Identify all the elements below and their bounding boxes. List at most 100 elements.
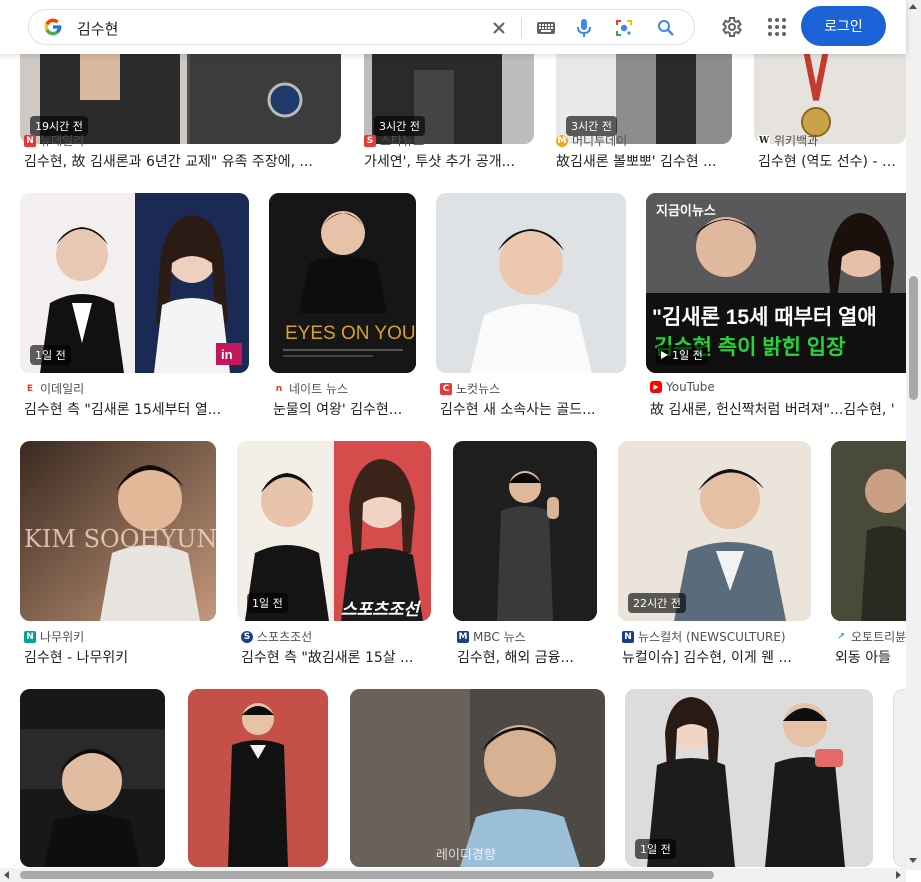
favicon-icon: S — [241, 630, 253, 643]
thumbnail-art: 레이디경향 — [350, 689, 605, 867]
favicon-icon: N — [622, 630, 634, 643]
result-title[interactable]: 김수현 측 "故김새론 15살 ... — [241, 647, 431, 667]
result-title[interactable]: 눈물의 여왕' 김수현... — [273, 399, 416, 419]
image-thumbnail[interactable]: 3시간 전 — [364, 40, 534, 144]
image-card[interactable] — [831, 441, 906, 621]
image-thumbnail[interactable]: 레이디경향 — [350, 689, 605, 867]
source-label[interactable]: ▶ YouTube — [650, 380, 715, 394]
scroll-down-icon[interactable] — [909, 858, 917, 863]
image-card[interactable]: 22시간 전 — [618, 441, 811, 621]
image-thumbnail[interactable] — [453, 441, 597, 621]
image-card[interactable]: EYES ON YOU — [269, 193, 416, 373]
source-label[interactable]: n 네이트 뉴스 — [273, 380, 348, 397]
result-title[interactable]: 김수현, 해외 금융... — [457, 647, 597, 667]
thumbnail-art — [188, 689, 328, 867]
favicon-icon: N — [24, 134, 36, 147]
image-thumbnail[interactable] — [754, 40, 906, 144]
result-title[interactable]: 김수현 (역도 선수) - 위... — [758, 151, 906, 171]
image-card[interactable] — [453, 441, 597, 621]
image-card[interactable] — [188, 689, 328, 867]
result-title[interactable]: 김수현, 故 김새론과 6년간 교제" 유족 주장에, ... — [24, 151, 339, 171]
source-label[interactable]: S 스포츠조선 — [241, 628, 312, 645]
apps-grid-icon[interactable] — [765, 15, 789, 39]
source-name: 스타뉴스 — [380, 134, 425, 148]
svg-text:in: in — [221, 347, 233, 362]
image-thumbnail[interactable]: 19시간 전 — [20, 40, 341, 144]
result-title[interactable]: 외동 아들 — [835, 647, 906, 667]
watermark-text: KIM SOOHYUN — [24, 525, 216, 553]
image-thumbnail[interactable]: EYES ON YOU — [269, 193, 416, 373]
image-card[interactable]: 지금이뉴스 "김새론 15세 때부터 열애 김수현 측이 밝힌 입장 1일 전 — [646, 193, 906, 373]
search-icon[interactable] — [656, 18, 676, 38]
source-name: 위키백과 — [774, 134, 819, 148]
image-card[interactable] — [436, 193, 626, 373]
vertical-scrollbar[interactable] — [906, 0, 921, 870]
image-thumbnail[interactable]: KIM SOOHYUN — [20, 441, 216, 621]
image-card[interactable] — [893, 689, 906, 867]
source-label[interactable]: M MBC 뉴스 — [457, 628, 526, 645]
source-name: 스포츠조선 — [257, 630, 313, 644]
image-card[interactable]: KIM SOOHYUN — [20, 441, 216, 621]
search-input[interactable]: 김수현 — [77, 18, 118, 39]
image-thumbnail[interactable] — [188, 689, 328, 867]
image-card[interactable]: 1일 전 — [625, 689, 873, 867]
horizontal-scrollbar[interactable] — [0, 868, 906, 882]
source-label[interactable]: N 뉴데일리 — [24, 132, 84, 149]
source-label[interactable]: S 스타뉴스 — [364, 132, 424, 149]
settings-gear-icon[interactable] — [719, 15, 743, 39]
time-badge: 1일 전 — [635, 839, 676, 859]
source-label[interactable]: C 노컷뉴스 — [440, 380, 500, 397]
result-title[interactable]: 가세연', 투샷 추가 공개... — [364, 151, 536, 171]
result-title[interactable]: 뉴컬이슈] 김수현, 이게 웬 ... — [622, 647, 811, 667]
source-label[interactable]: N 나무위키 — [24, 628, 84, 645]
image-thumbnail[interactable]: 3시간 전 — [556, 40, 732, 144]
google-logo-icon — [44, 18, 62, 36]
divider — [521, 18, 522, 38]
image-thumbnail[interactable] — [831, 441, 906, 621]
image-thumbnail[interactable]: 1일 전 — [625, 689, 873, 867]
image-thumbnail[interactable]: in 1일 전 — [20, 193, 249, 373]
thumbnail-art — [831, 441, 906, 621]
source-name: 뉴데일리 — [40, 134, 85, 148]
horizontal-scroll-thumb[interactable] — [20, 871, 714, 879]
image-thumbnail[interactable] — [20, 689, 165, 867]
vertical-scroll-thumb[interactable] — [909, 276, 918, 400]
source-name: 이데일리 — [40, 382, 85, 396]
microphone-icon[interactable] — [574, 18, 594, 38]
image-card[interactable]: 스포츠조선 1일 전 — [237, 441, 431, 621]
thumbnail-art — [754, 40, 906, 144]
result-title[interactable]: 김수현 측 "김새론 15세부터 열... — [24, 399, 246, 419]
channel-watermark: 지금이뉴스 — [656, 203, 716, 218]
image-thumbnail[interactable] — [893, 689, 906, 867]
login-button[interactable]: 로그인 — [801, 6, 886, 46]
result-title[interactable]: 故김새론 볼뽀뽀' 김수현 ... — [556, 151, 732, 171]
result-title[interactable]: 김수현 새 소속사는 골드... — [440, 399, 626, 419]
image-thumbnail[interactable]: 스포츠조선 1일 전 — [237, 441, 431, 621]
image-card[interactable] — [20, 689, 165, 867]
time-badge: 1일 전 — [656, 345, 708, 365]
scroll-up-icon[interactable] — [909, 4, 917, 9]
keyboard-icon[interactable] — [536, 18, 556, 38]
favicon-icon: C — [440, 382, 452, 395]
result-title[interactable]: 故 김새론, 헌신짝처럼 버려져"...김수현, ' — [650, 399, 906, 419]
image-card[interactable]: in 1일 전 — [20, 193, 249, 373]
image-thumbnail[interactable]: 지금이뉴스 "김새론 15세 때부터 열애 김수현 측이 밝힌 입장 1일 전 — [646, 193, 906, 373]
thumbnail-art: EYES ON YOU — [269, 193, 416, 373]
clear-icon[interactable] — [489, 18, 509, 38]
source-label[interactable]: W 위키백과 — [758, 132, 818, 149]
thumbnail-art — [436, 193, 626, 373]
time-badge: 22시간 전 — [628, 593, 686, 613]
source-label[interactable]: M 머니투데이 — [556, 132, 627, 149]
source-label[interactable]: N 뉴스컬처 (NEWSCULTURE) — [622, 628, 786, 645]
favicon-icon: W — [758, 134, 770, 147]
source-label[interactable]: ↗ 오토트리뷴 — [835, 628, 906, 645]
source-label[interactable]: E 이데일리 — [24, 380, 84, 397]
scroll-left-icon[interactable] — [4, 871, 9, 879]
scroll-right-icon[interactable] — [896, 871, 901, 879]
image-thumbnail[interactable] — [436, 193, 626, 373]
image-card[interactable]: 레이디경향 — [350, 689, 605, 867]
image-thumbnail[interactable]: 22시간 전 — [618, 441, 811, 621]
search-bar[interactable]: 김수현 — [28, 9, 695, 45]
result-title[interactable]: 김수현 - 나무위키 — [24, 647, 216, 667]
lens-icon[interactable] — [614, 18, 634, 38]
